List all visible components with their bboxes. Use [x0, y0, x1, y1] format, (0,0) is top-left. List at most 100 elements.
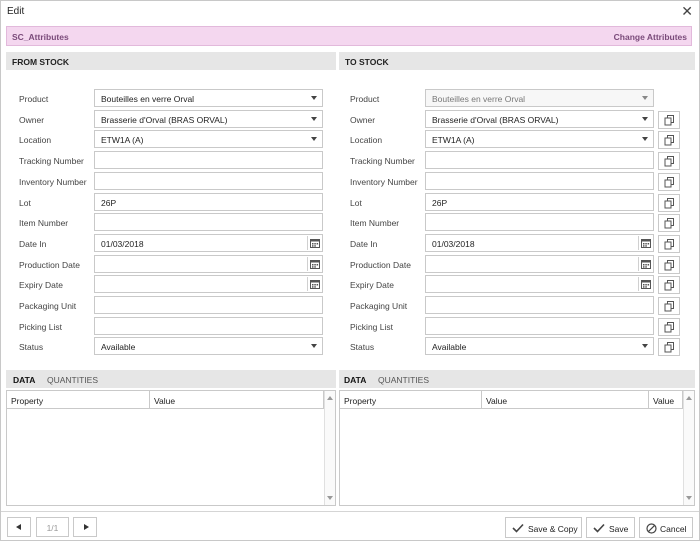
column-header-property[interactable]: Property	[340, 391, 482, 409]
chevron-down-icon[interactable]	[642, 137, 648, 142]
packaging-unit-input[interactable]	[94, 296, 323, 314]
chevron-down-icon[interactable]	[642, 344, 648, 349]
owner-dropdown[interactable]: Brasserie d'Orval (BRAS ORVAL)	[425, 109, 654, 128]
tab-quantities[interactable]: QUANTITIES	[378, 375, 429, 385]
check-icon	[593, 523, 605, 533]
expiry-date-date-input[interactable]	[94, 275, 323, 294]
item-number-input[interactable]	[425, 213, 654, 232]
copy-date-in-button[interactable]	[658, 234, 680, 253]
item-number-input[interactable]	[94, 213, 323, 232]
edit-window: Edit ✕ SC_Attributes Change Attributes F…	[0, 0, 700, 541]
copy-tracking-number-button[interactable]	[658, 152, 680, 171]
label-expiry-date: Expiry Date	[350, 280, 394, 291]
column-header-property[interactable]: Property	[7, 391, 150, 409]
change-attributes-link[interactable]: Change Attributes	[614, 32, 687, 42]
production-date-date-input[interactable]	[425, 254, 654, 273]
to-stock-header: TO STOCK	[339, 52, 695, 70]
date-in-date-input[interactable]: 01/03/2018	[94, 233, 323, 252]
copy-production-date-button[interactable]	[658, 255, 680, 274]
column-header-value-2[interactable]: Value	[649, 391, 683, 409]
inventory-number-input[interactable]	[425, 171, 654, 190]
copy-packaging-unit-button[interactable]	[658, 297, 680, 315]
location-dropdown[interactable]: ETW1A (A)	[94, 130, 323, 149]
copy-icon	[664, 176, 674, 188]
tracking-number-input[interactable]	[425, 151, 654, 170]
label-product: Product	[19, 94, 49, 104]
copy-owner-button[interactable]	[658, 110, 680, 129]
copy-status-button[interactable]	[658, 338, 680, 357]
label-status: Status	[350, 342, 375, 353]
copy-icon	[664, 156, 674, 167]
copy-expiry-date-button[interactable]	[658, 276, 680, 295]
previous-page-button[interactable]	[7, 517, 31, 537]
label-product: Product	[350, 94, 380, 104]
window-title: Edit	[7, 6, 25, 17]
calendar-icon[interactable]	[638, 256, 652, 271]
label-tracking-number: Tracking Number	[19, 156, 84, 167]
production-date-date-input[interactable]	[94, 254, 323, 273]
expiry-date-date-input[interactable]	[425, 275, 654, 294]
copy-location-button[interactable]	[658, 131, 680, 150]
date-in-date-input[interactable]: 01/03/2018	[425, 233, 654, 252]
next-page-button[interactable]	[73, 517, 97, 537]
grid-header: Property Value Value	[340, 391, 694, 409]
scroll-down-icon[interactable]	[686, 496, 692, 500]
scroll-up-icon[interactable]	[686, 396, 692, 400]
copy-inventory-number-button[interactable]	[658, 172, 680, 191]
chevron-down-icon[interactable]	[311, 344, 317, 349]
owner-value: Brasserie d'Orval (BRAS ORVAL)	[101, 114, 228, 125]
tab-quantities[interactable]: QUANTITIES	[47, 375, 98, 385]
title-bar: Edit ✕	[1, 1, 699, 23]
save-and-copy-button[interactable]: Save & Copy	[505, 517, 582, 538]
copy-picking-list-button[interactable]	[658, 317, 680, 336]
copy-item-number-button[interactable]	[658, 214, 680, 233]
cancel-icon	[646, 523, 657, 534]
status-dropdown[interactable]: Available	[94, 337, 323, 356]
packaging-unit-input[interactable]	[425, 296, 654, 314]
location-dropdown[interactable]: ETW1A (A)	[425, 130, 654, 149]
lot-input[interactable]: 26P	[425, 192, 654, 211]
lot-input[interactable]: 26P	[94, 192, 323, 211]
scroll-down-icon[interactable]	[327, 496, 333, 500]
label-status: Status	[19, 342, 44, 353]
attributes-name: SC_Attributes	[12, 32, 69, 42]
attributes-bar: SC_Attributes Change Attributes	[6, 26, 692, 46]
arrow-right-icon	[84, 524, 89, 530]
vertical-scrollbar[interactable]	[683, 391, 694, 505]
calendar-icon[interactable]	[307, 235, 321, 250]
status-dropdown[interactable]: Available	[425, 337, 654, 356]
calendar-icon[interactable]	[638, 277, 652, 292]
label-location: Location	[350, 135, 383, 146]
column-header-value[interactable]: Value	[482, 391, 649, 409]
label-packaging-unit: Packaging Unit	[19, 301, 77, 311]
location-value: ETW1A (A)	[432, 135, 475, 146]
tab-data[interactable]: DATA	[13, 375, 35, 385]
calendar-icon[interactable]	[307, 256, 321, 271]
picking-list-input[interactable]	[425, 316, 654, 335]
calendar-icon[interactable]	[638, 235, 652, 250]
product-dropdown[interactable]: Bouteilles en verre Orval	[94, 89, 323, 107]
inventory-number-input[interactable]	[94, 171, 323, 190]
label-location: Location	[19, 135, 52, 146]
save-button[interactable]: Save	[586, 517, 635, 538]
picking-list-input[interactable]	[94, 316, 323, 335]
copy-icon	[664, 301, 674, 312]
close-icon[interactable]: ✕	[681, 3, 693, 19]
chevron-down-icon[interactable]	[311, 137, 317, 142]
chevron-down-icon[interactable]	[311, 116, 317, 121]
copy-icon	[664, 238, 674, 250]
owner-dropdown[interactable]: Brasserie d'Orval (BRAS ORVAL)	[94, 109, 323, 128]
copy-lot-button[interactable]	[658, 193, 680, 212]
vertical-scrollbar[interactable]	[324, 391, 335, 505]
chevron-down-icon	[642, 96, 648, 100]
cancel-button[interactable]: Cancel	[639, 517, 693, 538]
column-header-value[interactable]: Value	[150, 391, 324, 409]
scroll-up-icon[interactable]	[327, 396, 333, 400]
product-dropdown: Bouteilles en verre Orval	[425, 89, 654, 107]
tab-data[interactable]: DATA	[344, 375, 366, 385]
chevron-down-icon[interactable]	[311, 96, 317, 100]
chevron-down-icon[interactable]	[642, 116, 648, 121]
tracking-number-input[interactable]	[94, 151, 323, 170]
calendar-icon[interactable]	[307, 277, 321, 292]
to-tabs: DATA QUANTITIES	[339, 370, 695, 388]
